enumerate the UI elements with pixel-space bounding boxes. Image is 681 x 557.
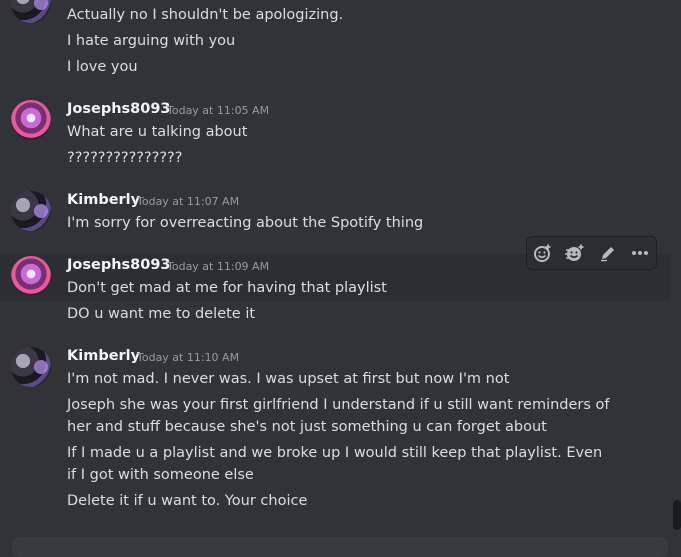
message-timestamp: Today at 11:05 AM [167, 104, 270, 117]
avatar[interactable] [11, 347, 51, 387]
message-text: Delete it if u want to. Your choice [67, 493, 308, 509]
message-author[interactable]: Kimberly [67, 348, 140, 364]
message-text: ??????????????? [67, 150, 183, 166]
avatar[interactable] [11, 0, 51, 23]
message-text: I hate arguing with you [67, 33, 236, 49]
super-reaction-button[interactable] [561, 239, 589, 267]
edit-icon [600, 247, 614, 262]
message-text: Actually no I shouldn't be apologizing. [67, 7, 344, 23]
message-text: DO u want me to delete it [67, 306, 256, 322]
avatar[interactable] [11, 100, 51, 140]
message-text: Joseph she was your first girlfriend I u… [67, 397, 610, 435]
edit-button[interactable] [594, 239, 622, 267]
message-author[interactable]: Josephs8093 [67, 257, 171, 273]
message-input[interactable] [12, 537, 668, 557]
message-timestamp: Today at 11:09 AM [167, 260, 270, 273]
message-text: I'm sorry for overreacting about the Spo… [67, 215, 424, 231]
message-text: What are u talking about [67, 124, 248, 140]
add-reaction-button[interactable] [529, 239, 557, 267]
scrollbar-thumb[interactable] [673, 500, 681, 530]
add-reaction-icon [534, 244, 551, 262]
message-text: I love you [67, 59, 138, 75]
more-button[interactable] [626, 239, 654, 267]
avatar[interactable] [11, 256, 51, 296]
message-actions-toolbar [526, 236, 657, 270]
message-text: I'm not mad. I never was. I was upset at… [67, 371, 510, 387]
message-text: Don't get mad at me for having that play… [67, 280, 387, 296]
message-timestamp: Today at 11:10 AM [137, 351, 240, 364]
chat-message-list[interactable]: Actually no I shouldn't be apologizing. … [0, 0, 670, 544]
message-timestamp: Today at 11:07 AM [137, 195, 240, 208]
message-author[interactable]: Kimberly [67, 192, 140, 208]
more-icon [631, 251, 648, 255]
message-author[interactable]: Josephs8093 [67, 101, 171, 117]
super-reaction-icon [565, 244, 584, 261]
message-text: If I made u a playlist and we broke up I… [67, 445, 603, 483]
avatar[interactable] [11, 191, 51, 231]
